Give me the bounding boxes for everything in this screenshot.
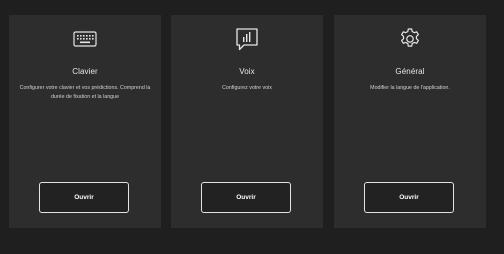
open-general-button[interactable]: Ouvrir (364, 182, 454, 213)
card-title: Clavier (72, 67, 98, 76)
voice-card: Voix Configurez votre voix Ouvrir (171, 15, 323, 228)
card-title: Général (395, 67, 425, 76)
card-description: Configurez votre voix (222, 85, 272, 91)
settings-page: Clavier Configurer votre clavier et vos … (0, 0, 504, 254)
card-description: Configurer votre clavier et vos prédicti… (19, 85, 151, 100)
keyboard-icon (72, 26, 98, 52)
keyboard-card: Clavier Configurer votre clavier et vos … (9, 15, 161, 228)
open-voice-button[interactable]: Ouvrir (201, 182, 291, 213)
open-keyboard-button[interactable]: Ouvrir (39, 182, 129, 213)
general-card: Général Modifier la langue de l'applicat… (334, 15, 486, 228)
card-title: Voix (239, 67, 255, 76)
gear-icon (397, 26, 423, 52)
voice-bars-icon (234, 26, 260, 52)
card-description: Modifier la langue de l'application. (370, 85, 450, 91)
